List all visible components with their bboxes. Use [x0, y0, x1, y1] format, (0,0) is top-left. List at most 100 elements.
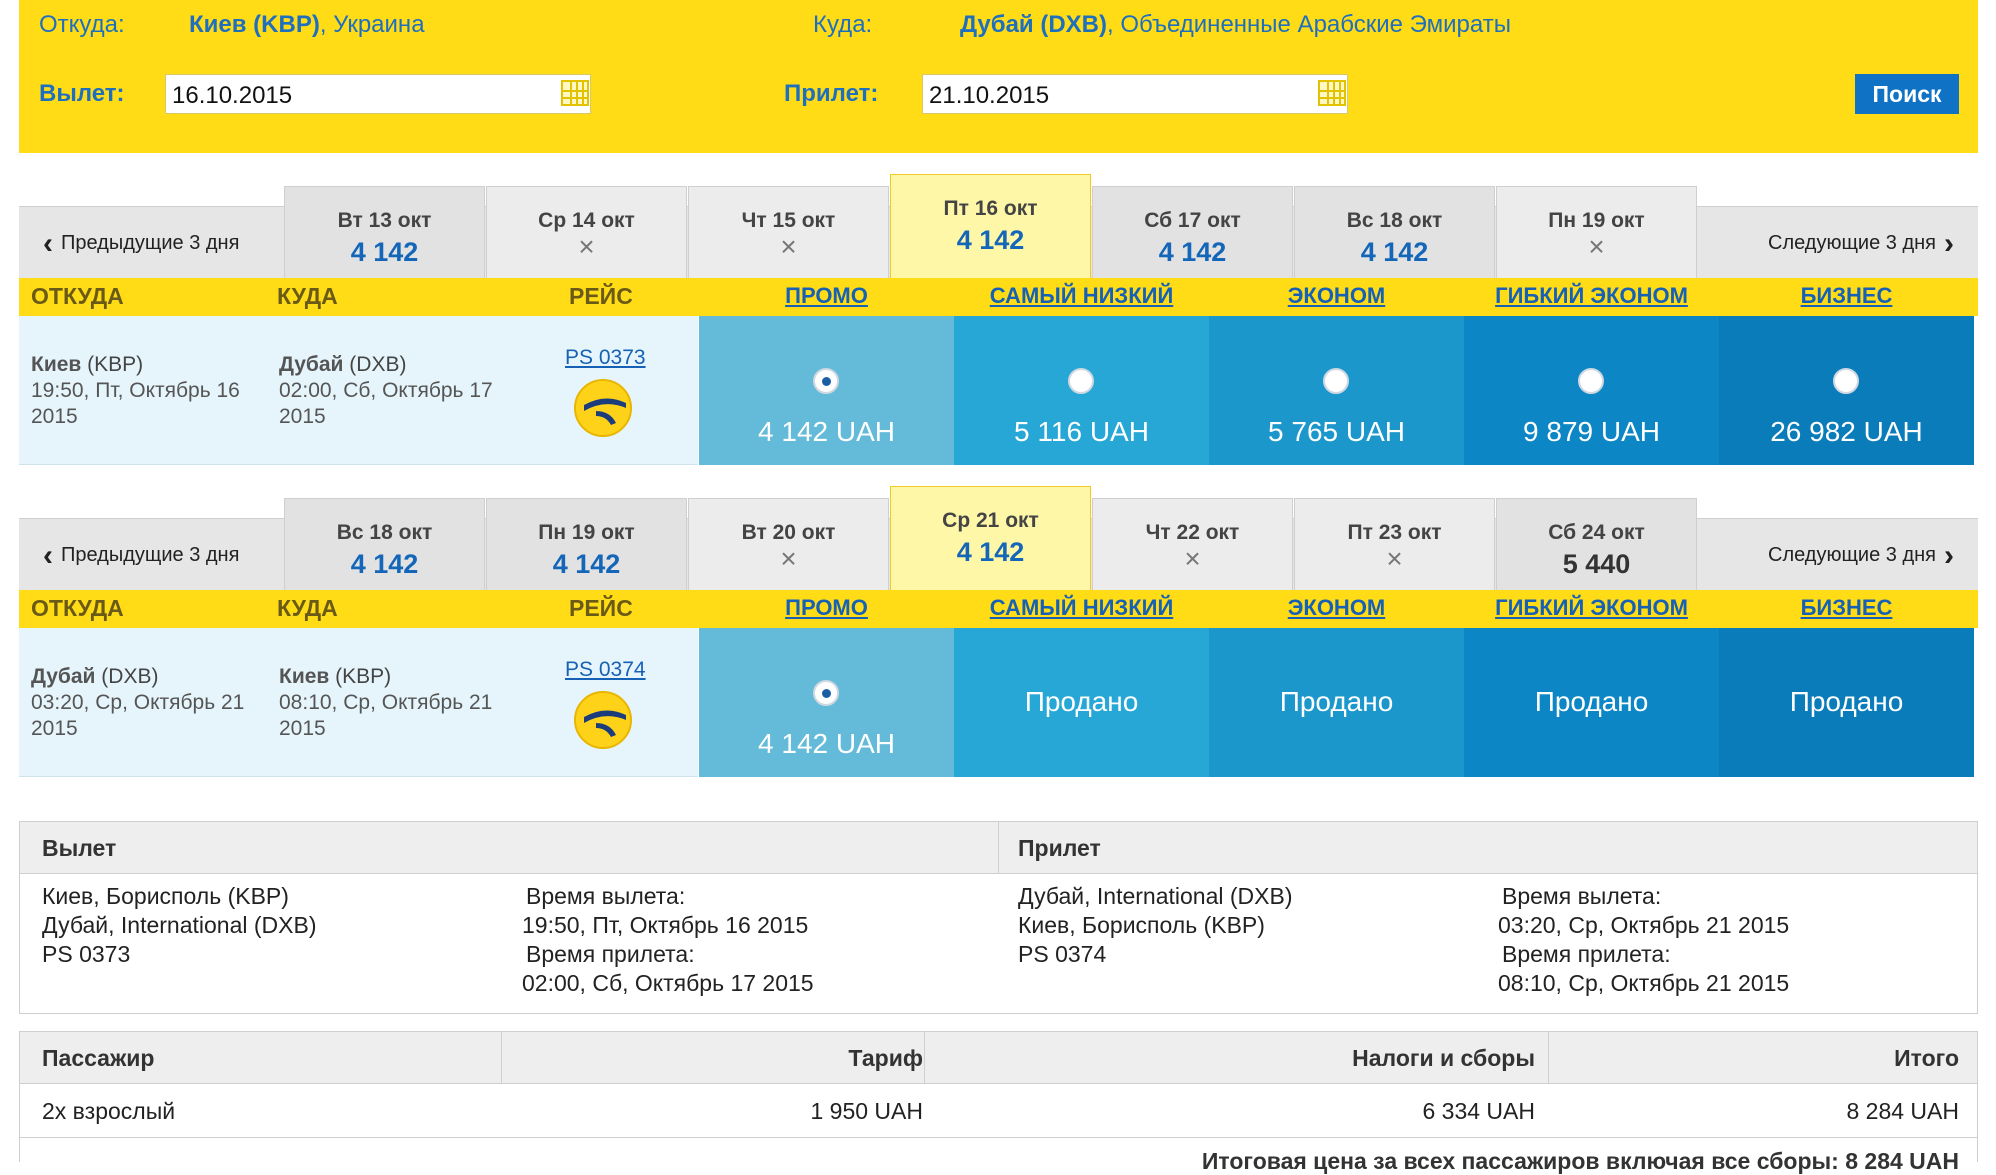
fare-price: 5 116 UAH: [1014, 416, 1149, 447]
calendar-icon[interactable]: [561, 80, 589, 106]
next-days-button[interactable]: Следующие 3 дня ›: [1768, 519, 1962, 592]
fare-cell-flex-economy[interactable]: 9 879 UAH: [1464, 316, 1719, 465]
fare-class-lowest[interactable]: САМЫЙ НИЗКИЙ: [954, 595, 1209, 621]
summary-header: Вылет Прилет: [20, 822, 1977, 874]
fare-class-flex-economy[interactable]: ГИБКИЙ ЭКОНОМ: [1464, 283, 1719, 309]
date-tab-price: 5 440: [1562, 549, 1631, 579]
fare-radio[interactable]: [1833, 368, 1859, 394]
sold-out-label: Продано: [1789, 686, 1904, 717]
date-tab-price: 4 142: [956, 537, 1025, 567]
date-tab[interactable]: Пт 23 окт ×: [1294, 498, 1495, 590]
departure-info: Киев (KBP) 19:50, Пт, Октябрь 16 2015: [31, 352, 240, 430]
fare-cell-promo[interactable]: 4 142 UAH: [699, 316, 954, 465]
fare-cell-business[interactable]: 26 982 UAH: [1719, 316, 1974, 465]
unavailable-icon: ×: [780, 543, 797, 574]
fare-class-economy[interactable]: ЭКОНОМ: [1209, 283, 1464, 309]
date-tab-label: Ср 14 окт: [538, 209, 635, 232]
fare-cell-economy: Продано: [1209, 628, 1464, 777]
date-tab[interactable]: Чт 15 окт ×: [688, 186, 889, 278]
prev-days-label: Предыдущие 3 дня: [61, 544, 240, 566]
next-days-button[interactable]: Следующие 3 дня ›: [1768, 207, 1962, 280]
fare-class-lowest[interactable]: САМЫЙ НИЗКИЙ: [954, 283, 1209, 309]
departure-year: 2015: [31, 405, 78, 428]
departure-city: Киев: [31, 353, 82, 376]
fare-class-business[interactable]: БИЗНЕС: [1719, 283, 1974, 309]
date-tab-label: Вс 18 окт: [1346, 209, 1443, 232]
tariff-value: 1 950 UAH: [810, 1098, 923, 1124]
date-tab-label: Пн 19 окт: [538, 521, 635, 544]
fare-class-promo[interactable]: ПРОМО: [699, 283, 954, 309]
fare-cell-lowest[interactable]: 5 116 UAH: [954, 316, 1209, 465]
flight-number-link[interactable]: PS 0374: [565, 658, 646, 682]
unavailable-icon: ×: [780, 231, 797, 262]
date-tab[interactable]: Вс 18 окт 4 142: [1294, 186, 1495, 278]
from-place[interactable]: Киев (KBP), Украина: [189, 11, 425, 39]
arrival-code: (DXB): [343, 353, 407, 376]
prev-days-button[interactable]: ‹ Предыдущие 3 дня: [35, 519, 239, 592]
flight-number-link[interactable]: PS 0373: [565, 346, 646, 370]
time-value: 02:00, Сб, Октябрь 17 2015: [522, 970, 814, 996]
fare-radio[interactable]: [1578, 368, 1604, 394]
arrival-info: Киев (KBP) 08:10, Ср, Октябрь 21 2015: [279, 664, 492, 742]
date-tab[interactable]: Вт 20 окт ×: [688, 498, 889, 590]
arrival-time: 08:10, Ср, Октябрь 21: [279, 691, 493, 714]
date-tab-selected[interactable]: Пт 16 окт 4 142: [890, 174, 1091, 278]
fare-radio[interactable]: [1323, 368, 1349, 394]
arrival-info: Дубай (DXB) 02:00, Сб, Октябрь 17 2015: [279, 352, 493, 430]
fare-class-business[interactable]: БИЗНЕС: [1719, 595, 1974, 621]
col-tariff: Тариф: [848, 1045, 923, 1071]
return-label: Прилет:: [784, 80, 879, 107]
arrival-year: 2015: [279, 717, 326, 740]
time-label: Время прилета:: [526, 941, 695, 967]
depart-date-input[interactable]: 16.10.2015: [165, 74, 591, 114]
fare-radio-selected[interactable]: [813, 680, 839, 706]
fare-class-economy[interactable]: ЭКОНОМ: [1209, 595, 1464, 621]
depart-label: Вылет:: [39, 80, 125, 107]
calendar-icon[interactable]: [1318, 80, 1346, 106]
itinerary-summary: Вылет Прилет Киев, Борисполь (KBP) Дубай…: [19, 821, 1978, 1014]
departure-info: Дубай (DXB) 03:20, Ср, Октябрь 21 2015: [31, 664, 244, 742]
date-tab[interactable]: Вс 18 окт 4 142: [284, 498, 485, 590]
arrival-year: 2015: [279, 405, 326, 428]
from-label: Откуда:: [39, 11, 125, 38]
fare-cell-promo[interactable]: 4 142 UAH: [699, 628, 954, 777]
fare-price: 4 142 UAH: [758, 416, 895, 447]
date-tab[interactable]: Ср 14 окт ×: [486, 186, 687, 278]
date-tab-selected[interactable]: Ср 21 окт 4 142: [890, 486, 1091, 590]
date-tab[interactable]: Сб 17 окт 4 142: [1092, 186, 1293, 278]
flight-info: Дубай (DXB) 03:20, Ср, Октябрь 21 2015 К…: [19, 628, 698, 777]
col-from: ОТКУДА: [31, 283, 124, 309]
col-to: КУДА: [277, 283, 338, 309]
route-line: PS 0373: [42, 941, 131, 967]
to-country: , Объединенные Арабские Эмираты: [1107, 11, 1511, 38]
search-button[interactable]: Поиск: [1855, 74, 1959, 114]
fare-class-flex-economy[interactable]: ГИБКИЙ ЭКОНОМ: [1464, 595, 1719, 621]
time-value: 08:10, Ср, Октябрь 21 2015: [1498, 970, 1790, 996]
return-date-input[interactable]: 21.10.2015: [922, 74, 1348, 114]
date-tab[interactable]: Пн 19 окт 4 142: [486, 498, 687, 590]
date-tab[interactable]: Пн 19 окт ×: [1496, 186, 1697, 278]
sold-out-label: Продано: [1024, 686, 1139, 717]
column-divider: [501, 1032, 502, 1084]
fare-cell-business: Продано: [1719, 628, 1974, 777]
flight-info: Киев (KBP) 19:50, Пт, Октябрь 16 2015 Ду…: [19, 316, 698, 465]
fare-radio[interactable]: [1068, 368, 1094, 394]
col-total: Итого: [1894, 1045, 1959, 1071]
prev-days-button[interactable]: ‹ Предыдущие 3 дня: [35, 207, 239, 280]
fare-cell-economy[interactable]: 5 765 UAH: [1209, 316, 1464, 465]
taxes-value: 6 334 UAH: [1422, 1098, 1535, 1124]
summary-return-route: Дубай, International (DXB) Киев, Бориспо…: [1018, 882, 1293, 969]
summary-return-times: Время вылета: 03:20, Ср, Октябрь 21 2015…: [1498, 882, 1789, 998]
date-tab[interactable]: Вт 13 окт 4 142: [284, 186, 485, 278]
date-tab[interactable]: Сб 24 окт 5 440: [1496, 498, 1697, 590]
to-place[interactable]: Дубай (DXB), Объединенные Арабские Эмира…: [960, 11, 1511, 39]
date-tab-label: Сб 24 окт: [1548, 521, 1645, 544]
departure-code: (KBP): [81, 353, 144, 376]
chevron-left-icon: ‹: [43, 538, 53, 572]
fare-class-promo[interactable]: ПРОМО: [699, 595, 954, 621]
fare-radio-selected[interactable]: [813, 368, 839, 394]
date-tab-label: Вт 13 окт: [337, 209, 432, 232]
time-label: Время вылета:: [526, 883, 686, 909]
date-tab[interactable]: Чт 22 окт ×: [1092, 498, 1293, 590]
to-airport: Дубай (DXB): [960, 11, 1107, 38]
